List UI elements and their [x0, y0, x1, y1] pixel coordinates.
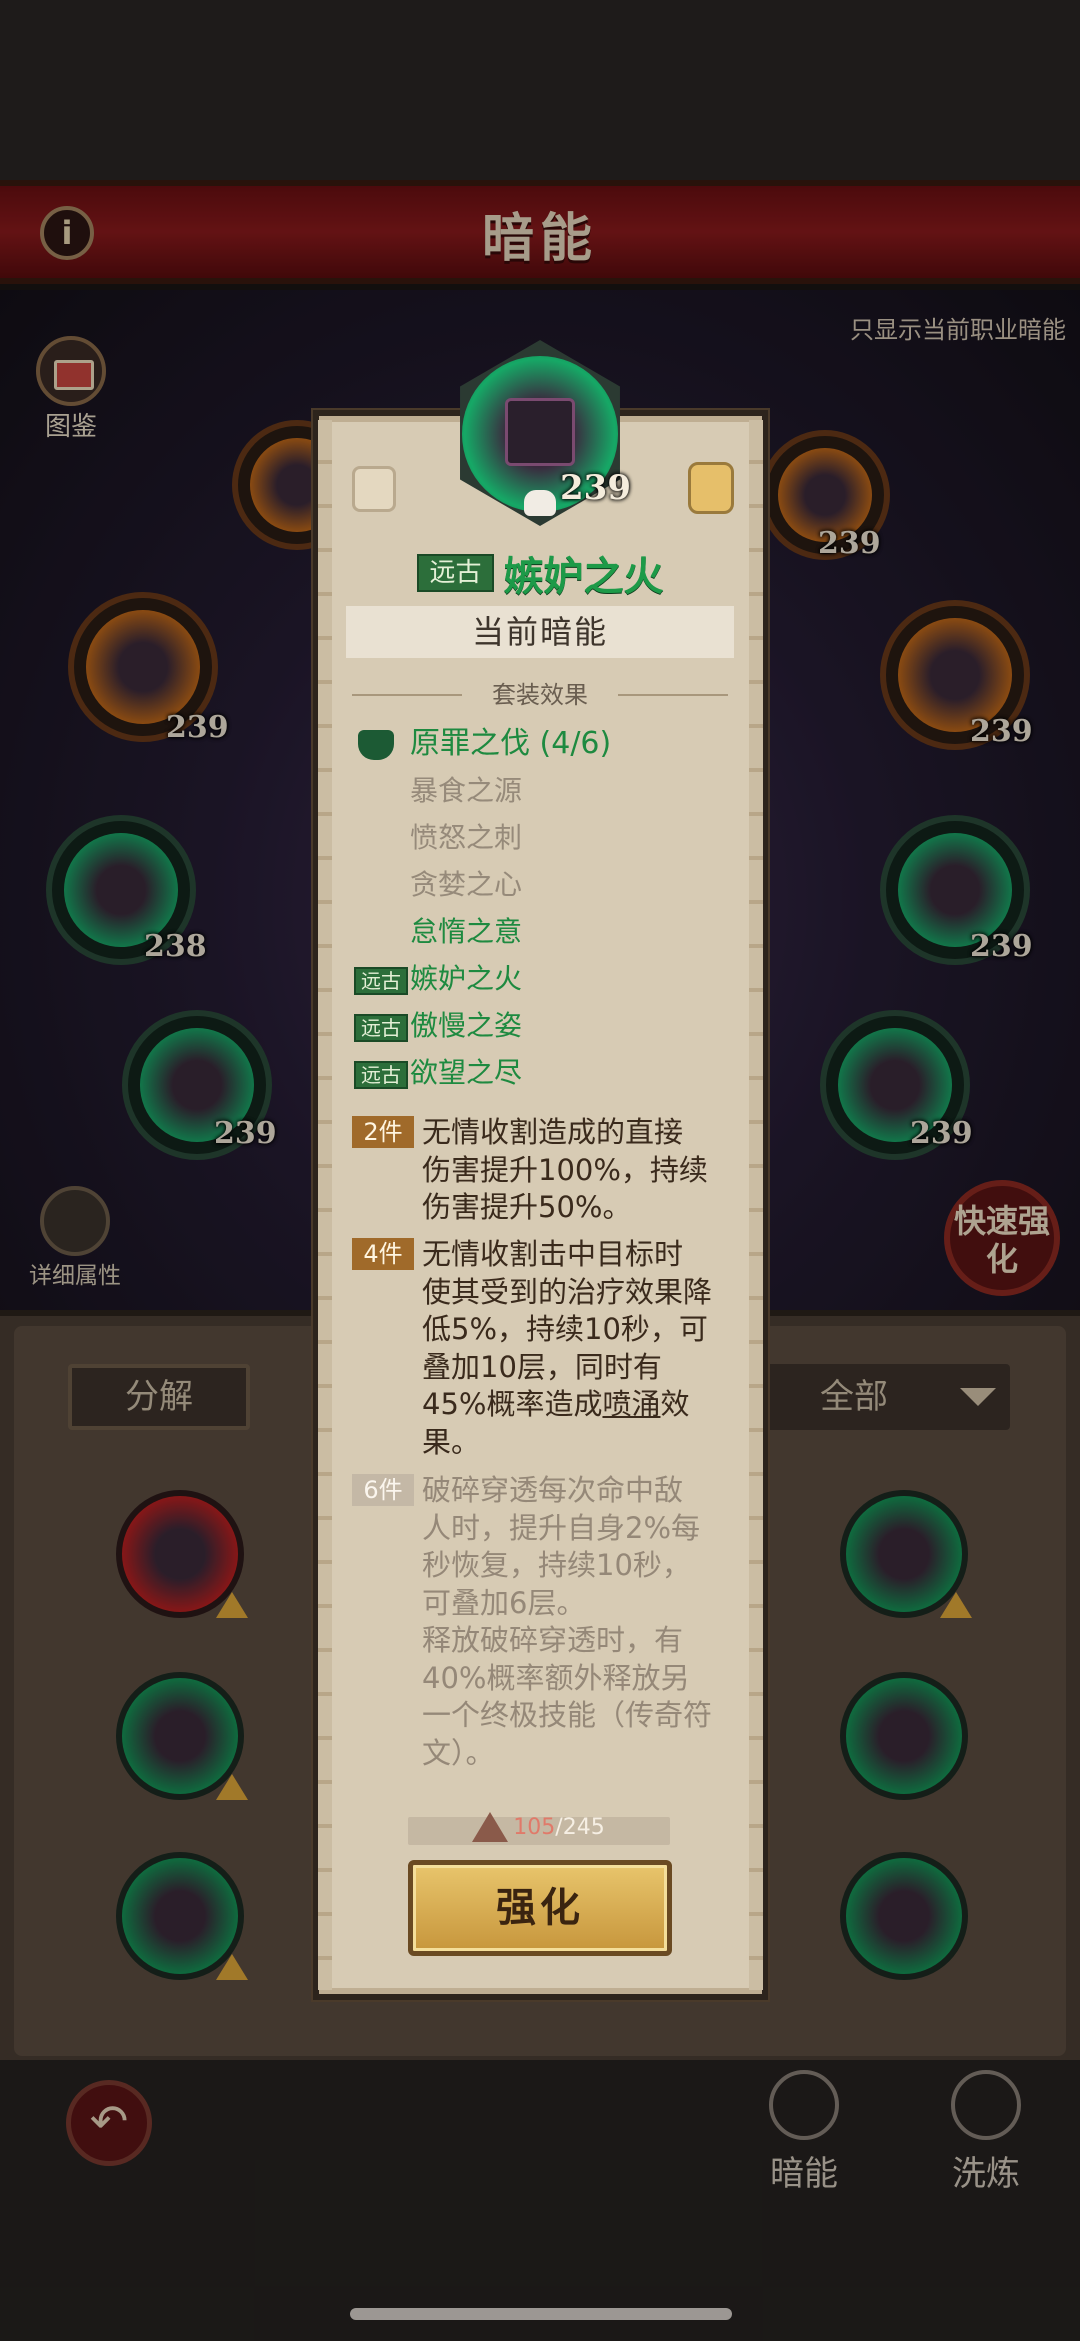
set-name-row: 原罪之伐 (4/6) — [352, 720, 752, 767]
bonus-count-badge: 4件 — [352, 1238, 414, 1270]
keyword-link[interactable]: 喷涌 — [602, 1387, 660, 1421]
item-title-row: 远古 嫉妒之火 — [313, 544, 768, 602]
set-piece: 怠惰之意 — [410, 915, 523, 948]
bonus-count-badge: 6件 — [352, 1474, 414, 1506]
set-piece: 暴食之源 — [410, 774, 523, 807]
set-name: 原罪之伐 (4/6) — [410, 726, 612, 761]
item-level: 239 — [560, 468, 631, 508]
rarity-badge: 远古 — [417, 554, 494, 592]
current-banner: 当前暗能 — [346, 606, 734, 658]
set-piece: 贪婪之心 — [410, 868, 523, 901]
set-piece-list: 原罪之伐 (4/6) 暴食之源 愤怒之刺 贪婪之心 怠惰之意 远古 嫉妒之火 远古… — [352, 720, 752, 1096]
skull-icon — [524, 490, 556, 516]
set-effect-divider: 套装效果 — [352, 680, 728, 710]
cost-text: 105/245 — [513, 1815, 605, 1840]
scroll-icon[interactable] — [352, 466, 396, 512]
set-bonus-2: 2件 无情收割造成的直接 伤害提升100%，持续 伤害提升50%。 — [352, 1114, 742, 1227]
bonus-count-badge: 2件 — [352, 1116, 414, 1148]
lock-icon[interactable] — [688, 462, 734, 514]
rarity-badge: 远古 — [354, 1061, 408, 1089]
set-effect-header: 套装效果 — [492, 681, 588, 709]
set-piece: 远古 傲慢之姿 — [352, 1002, 752, 1049]
set-icon — [358, 730, 394, 760]
enhance-button[interactable]: 强化 — [408, 1860, 672, 1956]
set-piece: 远古 欲望之尽 — [352, 1049, 752, 1096]
card-edge — [749, 420, 763, 1990]
rarity-badge: 远古 — [354, 967, 408, 995]
set-bonus-6: 6件 破碎穿透每次命中敌 人时，提升自身2%每 秒恢复，持续10秒， 可叠加6层… — [352, 1472, 742, 1772]
set-piece: 远古 嫉妒之火 — [352, 955, 752, 1002]
set-bonus-4: 4件 无情收割击中目标时 使其受到的治疗效果降 低5%，持续10秒，可 叠加10… — [352, 1236, 742, 1461]
item-name: 嫉妒之火 — [503, 554, 664, 600]
card-edge — [318, 420, 332, 1990]
rarity-badge: 远古 — [354, 1014, 408, 1042]
set-piece: 愤怒之刺 — [410, 821, 523, 854]
armor-icon — [505, 398, 575, 466]
